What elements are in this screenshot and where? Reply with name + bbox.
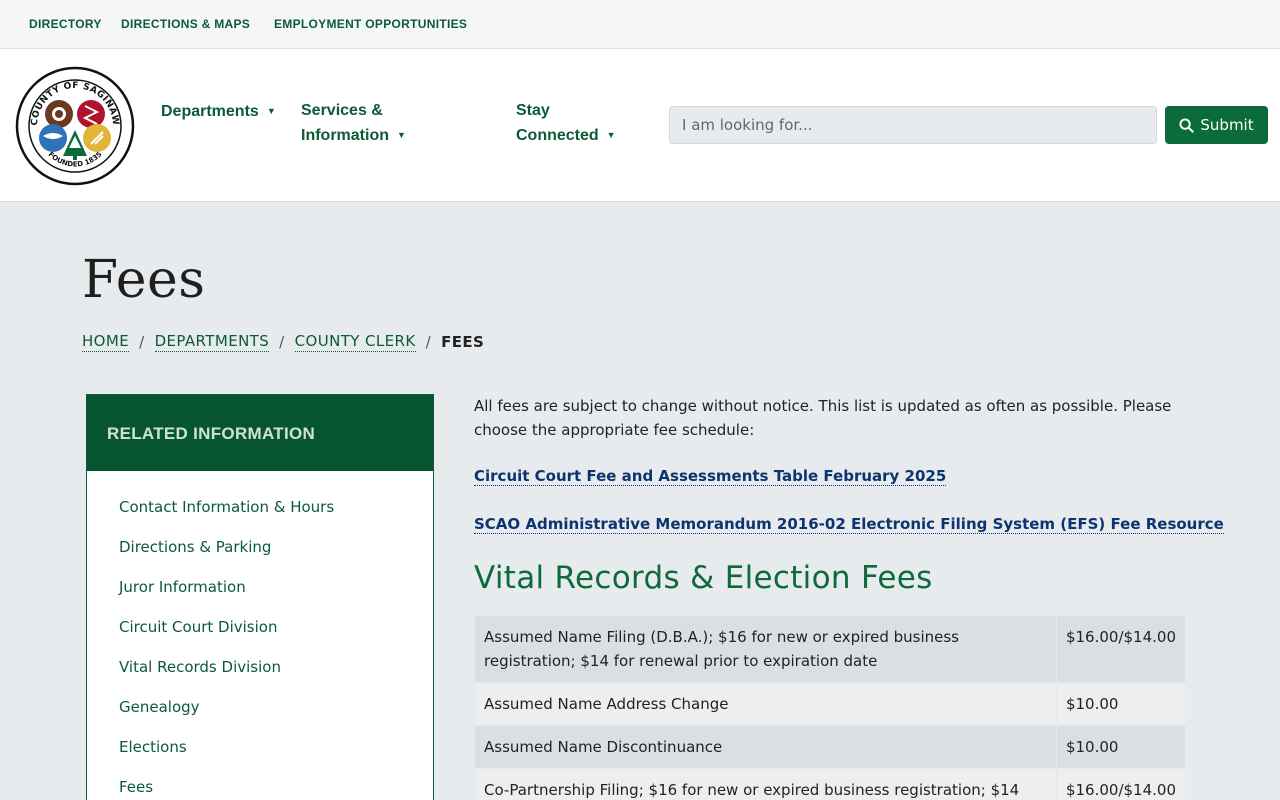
sidebar-heading: RELATED INFORMATION xyxy=(87,395,433,471)
breadcrumb-separator: / xyxy=(139,333,145,351)
sidebar-item: Directions & Parking xyxy=(119,527,401,567)
sidebar-item: Circuit Court Division xyxy=(119,607,401,647)
fee-amount: $10.00 xyxy=(1055,682,1187,726)
breadcrumb-current: FEES xyxy=(441,333,485,351)
search-submit-button[interactable]: Submit xyxy=(1165,106,1268,144)
caret-down-icon: ▼ xyxy=(266,106,276,116)
related-information-sidebar: RELATED INFORMATION Contact Information … xyxy=(86,394,434,800)
utility-bar: DIRECTORY DIRECTIONS & MAPS EMPLOYMENT O… xyxy=(0,0,1280,49)
breadcrumb-separator: / xyxy=(425,333,432,351)
page-title: Fees xyxy=(82,250,206,310)
sidebar-item: Juror Information xyxy=(119,567,401,607)
fee-description: Assumed Name Discontinuance xyxy=(474,725,1057,769)
fee-amount: $16.00/$14.00 xyxy=(1055,768,1187,800)
scao-memorandum-link[interactable]: SCAO Administrative Memorandum 2016-02 E… xyxy=(474,515,1224,534)
fee-amount: $16.00/$14.00 xyxy=(1055,615,1187,683)
caret-down-icon: ▼ xyxy=(606,130,616,140)
breadcrumb-county-clerk[interactable]: COUNTY CLERK xyxy=(294,332,416,352)
main-header: COUNTY OF SAGINAW FOUNDED 1835 Departmen… xyxy=(0,49,1280,202)
search-input[interactable] xyxy=(669,106,1157,144)
utility-link-directions[interactable]: DIRECTIONS & MAPS xyxy=(121,17,250,31)
sidebar-link-directions[interactable]: Directions & Parking xyxy=(119,538,271,556)
fee-description: Co-Partnership Filing; $16 for new or ex… xyxy=(474,768,1057,800)
sidebar-link-elections[interactable]: Elections xyxy=(119,738,187,756)
sidebar-link-circuit-court[interactable]: Circuit Court Division xyxy=(119,618,277,636)
sidebar-item: Vital Records Division xyxy=(119,647,401,687)
breadcrumb: HOME / DEPARTMENTS / COUNTY CLERK / FEES xyxy=(82,332,484,352)
sidebar-item: Fees xyxy=(119,767,401,800)
table-row: Assumed Name Filing (D.B.A.); $16 for ne… xyxy=(474,615,1187,683)
fee-description: Assumed Name Filing (D.B.A.); $16 for ne… xyxy=(474,615,1057,683)
sidebar-list: Contact Information & Hours Directions &… xyxy=(87,471,433,800)
nav-services-information[interactable]: Services & Information ▼ xyxy=(301,99,406,148)
sidebar-item: Elections xyxy=(119,727,401,767)
nav-departments[interactable]: Departments ▼ xyxy=(161,99,276,124)
fee-description: Assumed Name Address Change xyxy=(474,682,1057,726)
breadcrumb-home[interactable]: HOME xyxy=(82,332,130,352)
sidebar-link-contact[interactable]: Contact Information & Hours xyxy=(119,498,334,516)
utility-link-employment[interactable]: EMPLOYMENT OPPORTUNITIES xyxy=(274,17,467,31)
breadcrumb-departments[interactable]: DEPARTMENTS xyxy=(154,332,270,352)
section-title: Vital Records & Election Fees xyxy=(474,560,933,596)
fee-table: Assumed Name Filing (D.B.A.); $16 for ne… xyxy=(474,615,1187,800)
nav-stay-connected[interactable]: Stay Connected ▼ xyxy=(516,99,616,148)
sidebar-link-fees[interactable]: Fees xyxy=(119,778,153,796)
intro-text: All fees are subject to change without n… xyxy=(474,397,1172,439)
sidebar-item: Genealogy xyxy=(119,687,401,727)
sidebar-link-juror[interactable]: Juror Information xyxy=(119,578,246,596)
breadcrumb-separator: / xyxy=(279,333,285,351)
table-row: Assumed Name Address Change $10.00 xyxy=(474,682,1187,726)
search-icon xyxy=(1179,117,1195,133)
sidebar-link-vital-records[interactable]: Vital Records Division xyxy=(119,658,281,676)
fee-amount: $10.00 xyxy=(1055,725,1187,769)
caret-down-icon: ▼ xyxy=(397,130,406,140)
county-seal-logo[interactable]: COUNTY OF SAGINAW FOUNDED 1835 xyxy=(15,66,135,186)
table-row: Co-Partnership Filing; $16 for new or ex… xyxy=(474,768,1187,800)
sidebar-item: Contact Information & Hours xyxy=(119,487,401,527)
table-row: Assumed Name Discontinuance $10.00 xyxy=(474,725,1187,769)
circuit-court-fee-link[interactable]: Circuit Court Fee and Assessments Table … xyxy=(474,467,947,486)
utility-link-directory[interactable]: DIRECTORY xyxy=(29,17,102,31)
sidebar-link-genealogy[interactable]: Genealogy xyxy=(119,698,200,716)
